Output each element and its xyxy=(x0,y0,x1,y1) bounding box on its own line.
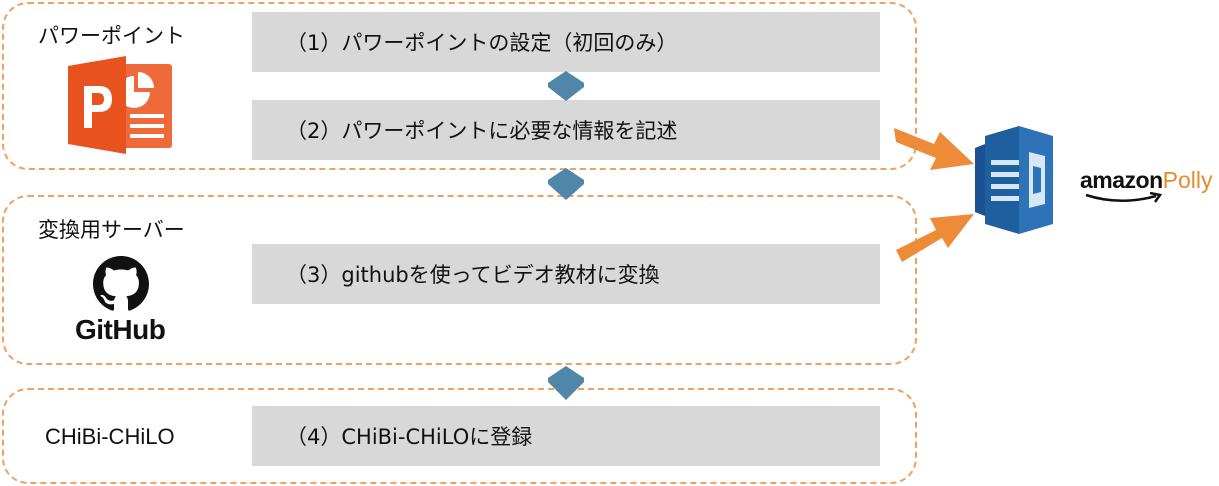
group-label-powerpoint: パワーポイント xyxy=(38,24,185,48)
amazon-smile-icon xyxy=(1085,192,1163,203)
step-4-text: （4）CHiBi-CHiLOに登録 xyxy=(286,425,533,449)
amazon-polly-logo-icon xyxy=(975,126,1053,234)
step-1-text: （1）パワーポイントの設定（初回のみ） xyxy=(286,31,678,55)
step-1-box: （1）パワーポイントの設定（初回のみ） xyxy=(252,12,880,72)
amazon-brand-text: amazon xyxy=(1080,167,1163,193)
chevron-down-icon xyxy=(548,71,584,101)
step-2-text: （2）パワーポイントに必要な情報を記述 xyxy=(286,119,678,143)
group-label-chibi-chilo: CHiBi-CHiLO xyxy=(45,424,175,449)
step-3-box: （3）githubを使ってビデオ教材に変換 xyxy=(252,244,880,304)
arrow-right-icon xyxy=(896,214,974,262)
powerpoint-logo-icon xyxy=(68,56,172,154)
chevron-down-icon xyxy=(548,366,584,400)
group-label-conversion-server: 変換用サーバー xyxy=(38,218,185,242)
step-3-text: （3）githubを使ってビデオ教材に変換 xyxy=(286,263,660,287)
github-logo-text: GitHub xyxy=(75,314,166,345)
step-2-box: （2）パワーポイントに必要な情報を記述 xyxy=(252,100,880,160)
polly-product-text: Polly xyxy=(1162,167,1213,193)
github-logo-icon xyxy=(93,256,149,311)
arrow-right-icon xyxy=(894,128,974,170)
amazon-polly-logo-text: amazonPolly xyxy=(1080,167,1213,194)
step-4-box: （4）CHiBi-CHiLOに登録 xyxy=(252,406,880,466)
chevron-down-icon xyxy=(548,168,584,200)
